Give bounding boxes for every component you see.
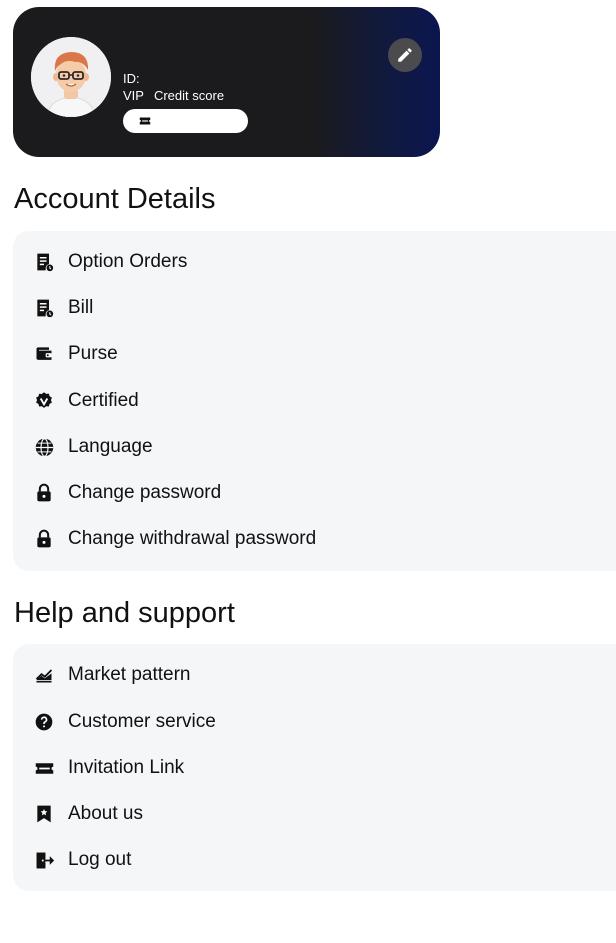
menu-item-label: Change withdrawal password — [68, 528, 317, 549]
menu-item-label: Purse — [68, 343, 118, 364]
profile-card: ID: VIP Credit score — [13, 7, 440, 157]
menu-item-change-withdrawal-password[interactable]: Change withdrawal password — [33, 521, 593, 557]
receipt-icon — [33, 297, 55, 319]
menu-item-label: Market pattern — [68, 664, 191, 685]
pencil-icon — [398, 48, 412, 62]
help-circle-icon — [33, 711, 55, 733]
menu-item-label: Invitation Link — [68, 757, 185, 778]
menu-item-market-pattern[interactable]: Market pattern — [33, 657, 593, 693]
receipt-icon — [33, 251, 55, 273]
menu-item-certified[interactable]: Certified — [33, 383, 593, 419]
menu-item-label: Certified — [68, 390, 139, 411]
logout-icon — [33, 849, 55, 871]
menu-item-label: Option Orders — [68, 251, 188, 272]
menu-item-customer-service[interactable]: Customer service — [33, 704, 593, 740]
menu-item-label: Bill — [68, 297, 94, 318]
menu-item-label: Language — [68, 436, 153, 457]
menu-item-bill[interactable]: Bill — [33, 290, 593, 326]
menu-item-purse[interactable]: Purse — [33, 336, 593, 372]
bookmark-star-icon — [33, 803, 55, 825]
help-support-title: Help and support — [14, 597, 235, 629]
avatar[interactable] — [31, 37, 111, 117]
menu-item-option-orders[interactable]: Option Orders — [33, 244, 593, 280]
menu-item-label: About us — [68, 803, 143, 824]
avatar-image — [31, 37, 111, 117]
verified-badge-icon — [33, 390, 55, 412]
lock-icon — [33, 482, 55, 504]
help-support-panel: Market pattern Customer service Invitati… — [13, 644, 616, 891]
menu-item-label: Change password — [68, 482, 222, 503]
menu-item-log-out[interactable]: Log out — [33, 842, 593, 878]
ticket-icon — [33, 757, 55, 779]
ticket-icon — [139, 117, 151, 125]
lock-icon — [33, 528, 55, 550]
vip-label: VIP — [123, 88, 144, 103]
globe-icon — [33, 436, 55, 458]
invite-code-pill[interactable] — [123, 109, 248, 133]
menu-item-invitation-link[interactable]: Invitation Link — [33, 750, 593, 786]
credit-score-label: Credit score — [153, 88, 225, 103]
account-details-panel: Option Orders Bill Purse Certified Langu… — [13, 231, 616, 571]
account-details-title: Account Details — [14, 183, 216, 215]
menu-item-label: Log out — [68, 849, 132, 870]
user-id-label: ID: — [123, 71, 140, 86]
menu-item-language[interactable]: Language — [33, 429, 593, 465]
vip-credit-line: VIP Credit score — [123, 88, 234, 103]
wallet-icon — [33, 343, 55, 365]
menu-item-label: Customer service — [68, 711, 216, 732]
edit-profile-button[interactable] — [388, 38, 422, 72]
menu-item-change-password[interactable]: Change password — [33, 475, 593, 511]
chart-icon — [33, 664, 55, 686]
menu-item-about-us[interactable]: About us — [33, 796, 593, 832]
